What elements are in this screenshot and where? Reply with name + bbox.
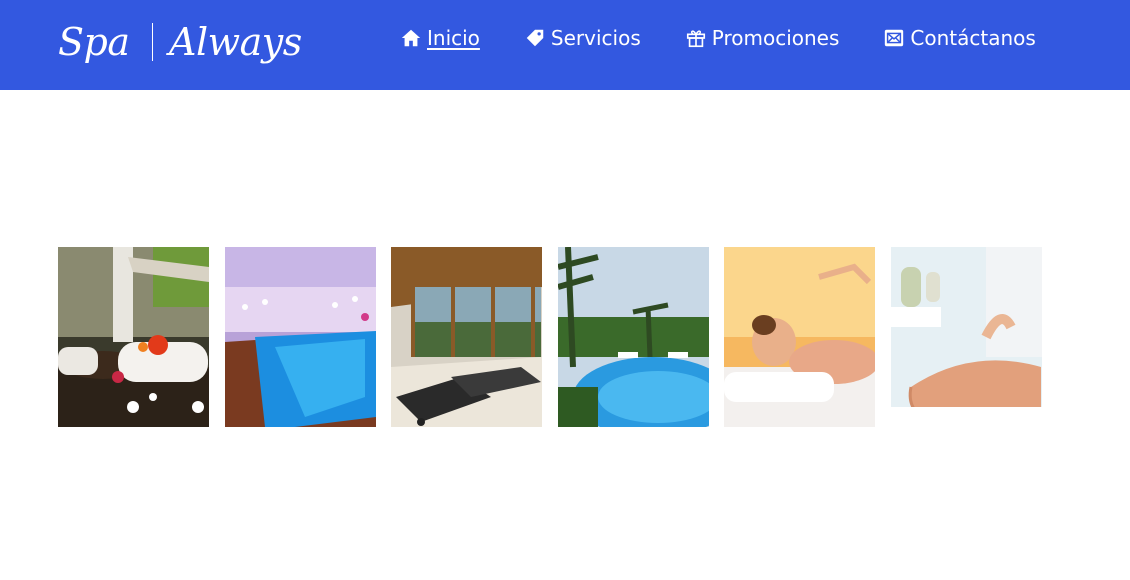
nav-item-servicios[interactable]: Servicios xyxy=(524,26,641,50)
home-icon xyxy=(400,27,422,49)
nav-item-inicio[interactable]: Inicio xyxy=(400,26,480,50)
nav-item-contactanos[interactable]: Contáctanos xyxy=(883,26,1036,50)
gallery-image-relaxing[interactable] xyxy=(724,247,876,427)
image-gallery xyxy=(58,247,1042,427)
logo-divider xyxy=(151,23,154,61)
gallery-image-outdoor-pool[interactable] xyxy=(557,247,709,427)
gallery-image-towels[interactable] xyxy=(58,247,209,427)
logo-right-text: Always xyxy=(169,20,302,64)
nav-item-label: Servicios xyxy=(550,26,641,50)
site-logo[interactable]: Spa Always xyxy=(58,14,302,70)
nav-item-label: Promociones xyxy=(711,26,840,50)
site-header: Spa Always Inicio Servicios Promociones … xyxy=(0,0,1130,90)
gift-icon xyxy=(685,27,707,49)
nav-item-promociones[interactable]: Promociones xyxy=(685,26,840,50)
logo-left-text: Spa xyxy=(58,20,130,64)
gallery-image-indoor-pool[interactable] xyxy=(224,247,376,427)
tag-icon xyxy=(524,27,546,49)
gallery-image-back-massage[interactable] xyxy=(890,247,1042,427)
nav-item-label: Contáctanos xyxy=(910,26,1036,50)
gallery-image-lounge[interactable] xyxy=(391,247,543,427)
envelope-icon xyxy=(883,27,905,49)
main-nav: Inicio Servicios Promociones Contáctanos xyxy=(400,24,1036,52)
nav-item-label: Inicio xyxy=(427,26,480,50)
